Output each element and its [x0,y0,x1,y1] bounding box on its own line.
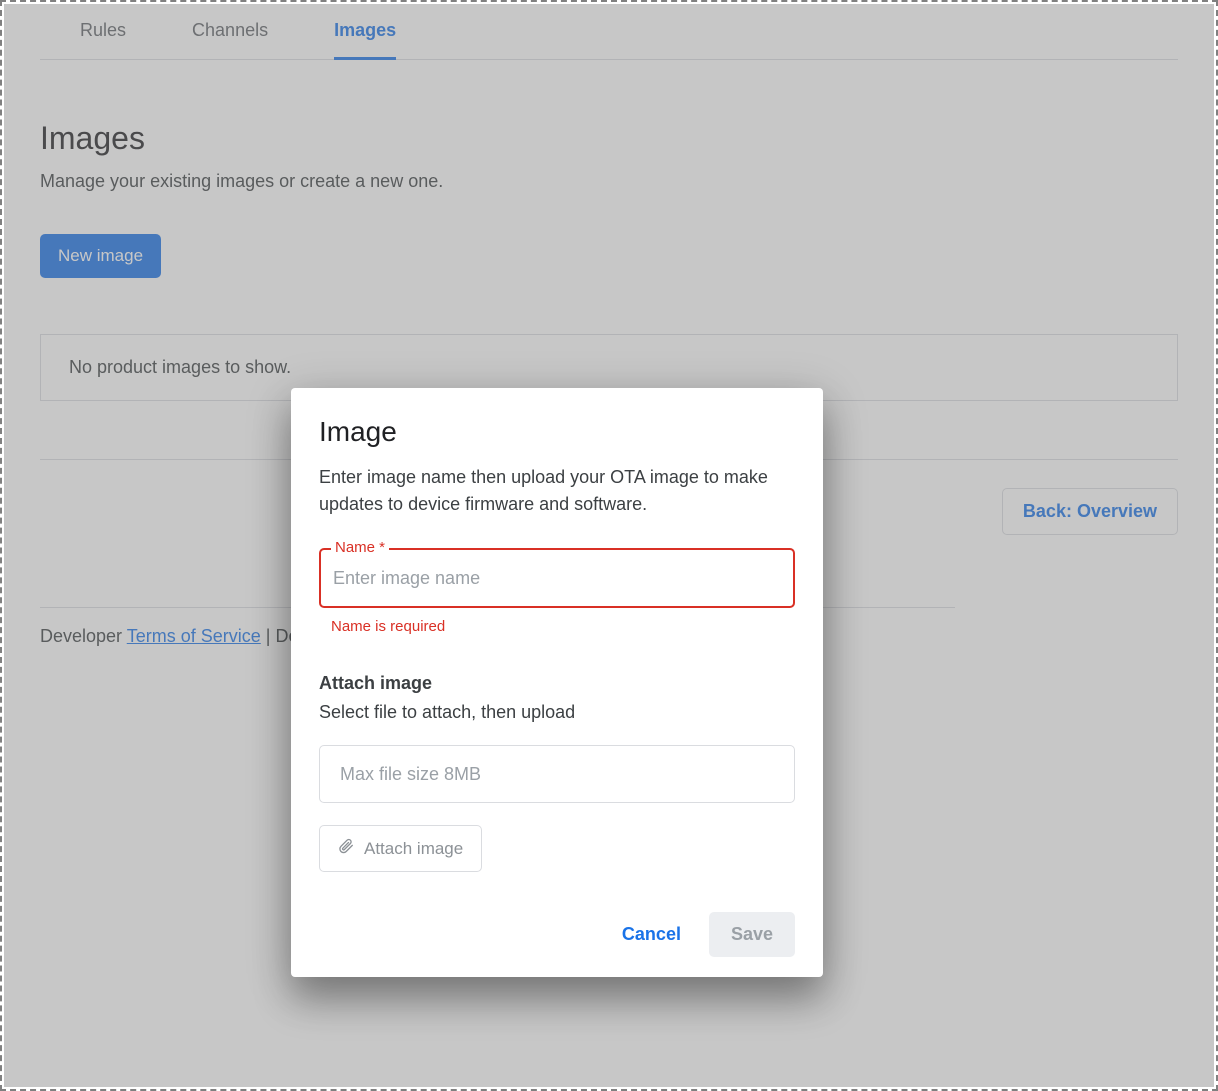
image-dialog: Image Enter image name then upload your … [291,388,823,977]
attach-image-button[interactable]: Attach image [319,825,482,872]
attach-image-label: Attach image [364,839,463,859]
paperclip-icon [338,836,354,861]
name-error: Name is required [331,618,795,635]
name-label: Name * [331,539,389,556]
name-input[interactable] [321,568,793,589]
attach-section-sub: Select file to attach, then upload [319,702,795,723]
attach-section-title: Attach image [319,673,795,694]
name-field[interactable]: Name * [319,548,795,608]
file-dropzone[interactable]: Max file size 8MB [319,745,795,803]
dialog-description: Enter image name then upload your OTA im… [319,464,795,518]
cancel-button[interactable]: Cancel [616,914,687,955]
save-button[interactable]: Save [709,912,795,957]
dialog-title: Image [319,416,795,448]
